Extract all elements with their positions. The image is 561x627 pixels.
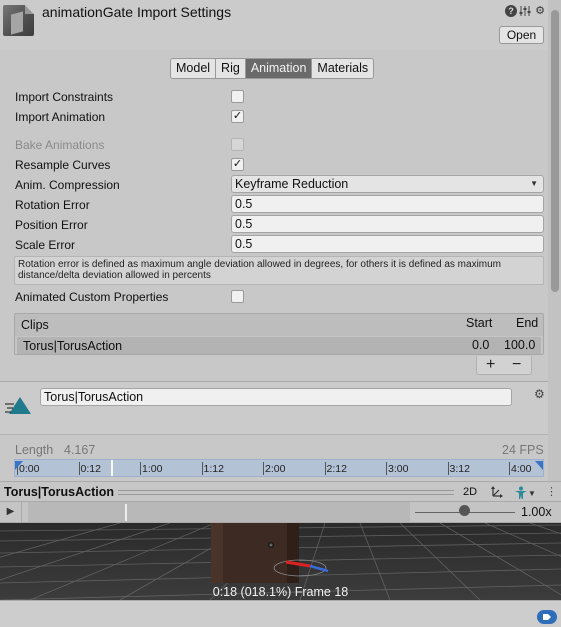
add-clip-button[interactable]: + <box>486 356 495 373</box>
timeline-tick-label: 3:12 <box>449 463 470 475</box>
import-animation-checkbox[interactable]: ✓ <box>231 110 244 123</box>
table-row[interactable]: Torus|TorusAction 0.0 100.0 <box>17 337 541 354</box>
clip-start: 0.0 <box>472 338 490 352</box>
help-icon[interactable]: ? <box>505 5 517 17</box>
gear-icon[interactable]: ⚙ <box>534 387 545 401</box>
timeline-tick-label: 2:00 <box>265 463 286 475</box>
import-animation-label: Import Animation <box>15 110 106 124</box>
timeline-playhead[interactable] <box>111 460 113 476</box>
resample-curves-label: Resample Curves <box>15 158 111 172</box>
toggle-2d-button[interactable]: 2D <box>458 483 482 501</box>
chevron-down-icon: ▼ <box>530 179 538 188</box>
timeline-tick-mark <box>447 462 449 475</box>
clip-end: 100.0 <box>504 338 536 352</box>
scrub-bar[interactable] <box>28 502 410 522</box>
animated-custom-properties-label: Animated Custom Properties <box>15 290 169 304</box>
length-label: Length <box>15 443 54 457</box>
error-help-box: Rotation error is defined as maximum ang… <box>14 256 544 285</box>
timeline-tick-label: 4:00 <box>511 463 532 475</box>
gear-icon[interactable]: ⚙ <box>534 5 546 17</box>
animated-custom-properties-checkbox[interactable] <box>231 290 244 303</box>
fps-label: 24 FPS <box>502 443 544 457</box>
clip-detail-section: Torus|TorusAction ⚙ <box>0 382 548 434</box>
playback-bar: ▶ <box>0 502 561 523</box>
timeline-tick-mark <box>386 462 387 475</box>
anim-compression-value: Keyframe Reduction <box>235 177 349 191</box>
avatar-icon[interactable]: ▼ <box>511 483 543 501</box>
play-icon[interactable]: ▶ <box>0 502 22 522</box>
scale-error-field[interactable]: 0.5 <box>231 235 544 253</box>
bake-animations-label: Bake Animations <box>15 138 105 152</box>
tab-model[interactable]: Model <box>171 59 217 78</box>
inspector-title: animationGate Import Settings <box>42 4 232 20</box>
timeline-tick-label: 2:12 <box>326 463 347 475</box>
range-end-handle[interactable] <box>535 461 543 470</box>
open-button[interactable]: Open <box>499 26 544 44</box>
clips-title: Clips <box>21 318 49 332</box>
timeline-tick-mark <box>78 462 80 475</box>
tag-badge-icon[interactable] <box>537 610 557 624</box>
timeline-tick-label: 1:12 <box>203 463 224 475</box>
scale-error-label: Scale Error <box>15 238 76 252</box>
timeline-tick-label: 3:00 <box>388 463 409 475</box>
timeline-tick-label: 1:00 <box>142 463 163 475</box>
bake-animations-checkbox <box>231 138 244 151</box>
clips-header: Clips Start End <box>15 314 543 336</box>
resample-curves-checkbox[interactable]: ✓ <box>231 158 244 171</box>
scrub-marker[interactable] <box>125 504 127 521</box>
speed-value: 1.00x <box>521 505 552 519</box>
clip-add-remove: + − <box>476 356 532 375</box>
gear-icon[interactable]: ⋮ <box>546 485 557 498</box>
timeline-tick-mark <box>201 462 203 475</box>
position-error-field[interactable]: 0.5 <box>231 215 544 233</box>
asset-label-bar <box>0 600 561 627</box>
tab-rig[interactable]: Rig <box>216 59 246 78</box>
length-value: 4.167 <box>64 443 96 457</box>
clips-start-header: Start <box>466 316 493 330</box>
animation-clip-icon <box>4 394 32 416</box>
preview-drag-handle[interactable] <box>118 490 454 495</box>
import-constraints-label: Import Constraints <box>15 90 114 104</box>
divider <box>0 434 548 435</box>
rotation-error-field[interactable]: 0.5 <box>231 195 544 213</box>
timeline-tick-mark <box>509 462 510 475</box>
pivot-icon[interactable] <box>485 483 509 501</box>
model-asset-icon <box>3 5 34 36</box>
anim-compression-label: Anim. Compression <box>15 178 120 192</box>
clip-name: Torus|TorusAction <box>23 339 123 353</box>
scrollbar-thumb[interactable] <box>551 10 559 292</box>
clip-name-field[interactable]: Torus|TorusAction <box>40 388 512 406</box>
clips-table: Clips Start End Torus|TorusAction 0.0 10… <box>14 313 544 355</box>
remove-clip-button[interactable]: − <box>512 356 521 373</box>
preview-toolbar: Torus|TorusAction 2D ▼ ⋮ <box>0 481 561 502</box>
import-tabs: Model Rig Animation Materials <box>170 58 375 79</box>
range-start-handle[interactable] <box>15 461 23 470</box>
speed-slider-knob[interactable] <box>459 505 470 516</box>
frame-label: 0:18 (018.1%) Frame 18 <box>212 585 349 599</box>
tab-animation[interactable]: Animation <box>245 59 313 78</box>
tab-materials[interactable]: Materials <box>312 59 374 78</box>
timeline-tick-mark <box>263 462 264 475</box>
rotation-error-label: Rotation Error <box>15 198 90 212</box>
timeline-tick-label: 0:12 <box>80 463 101 475</box>
clips-end-header: End <box>516 316 539 330</box>
preview-title: Torus|TorusAction <box>4 485 114 499</box>
preset-icon[interactable] <box>519 5 531 17</box>
anim-compression-dropdown[interactable]: Keyframe Reduction ▼ <box>231 175 544 193</box>
import-constraints-checkbox[interactable] <box>231 90 244 103</box>
timeline-tick-mark <box>140 462 141 475</box>
timeline-tick-mark <box>324 462 326 475</box>
position-error-label: Position Error <box>15 218 88 232</box>
